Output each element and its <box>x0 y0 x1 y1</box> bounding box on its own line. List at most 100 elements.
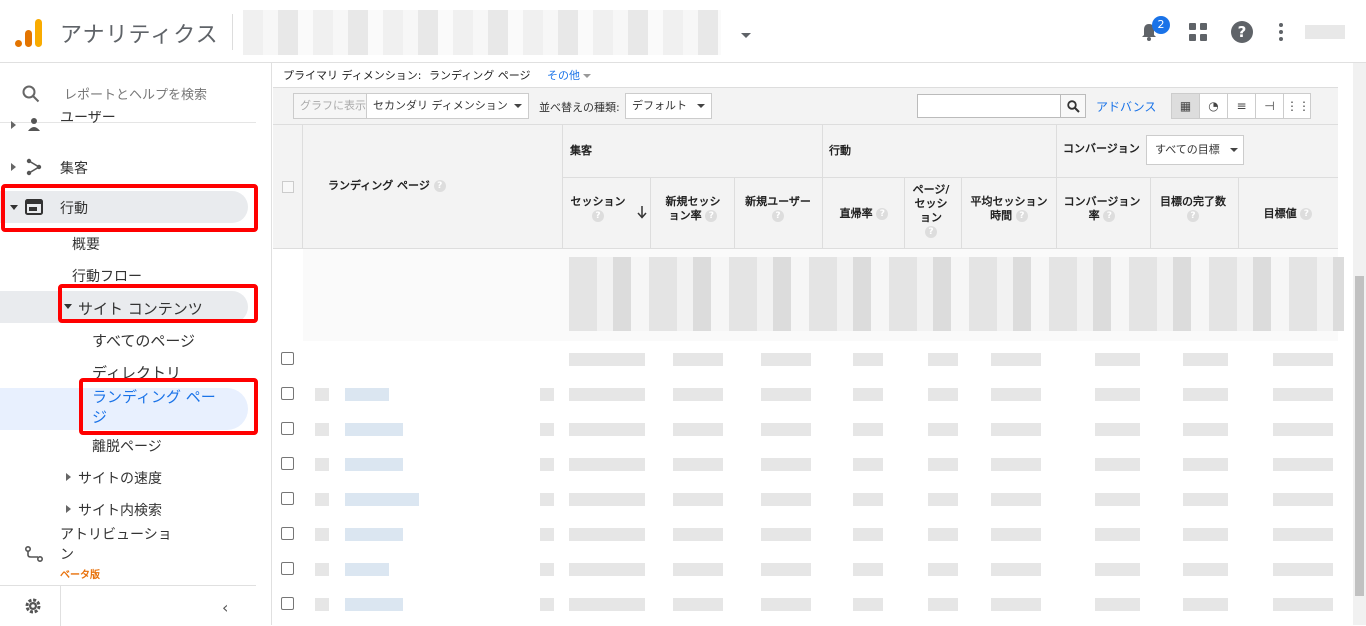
highlight-box-behavior <box>1 184 258 232</box>
pie-view-icon[interactable]: ◔ <box>1200 94 1228 118</box>
account-avatar-redacted[interactable] <box>1305 25 1345 39</box>
chevron-down-icon[interactable] <box>741 33 751 38</box>
page-scrollbar[interactable] <box>1353 63 1366 625</box>
table-filter-input[interactable] <box>917 94 1061 118</box>
landing-page-link-redacted[interactable] <box>345 458 403 471</box>
footer-divider <box>60 586 61 626</box>
sidebar-item-site-search[interactable]: サイト内検索 <box>0 493 256 525</box>
select-all-checkbox[interactable] <box>282 181 294 193</box>
column-header-landing-page[interactable]: ランディング ページ ? <box>328 179 446 193</box>
chevron-right-icon <box>66 473 71 481</box>
sidebar-item-exit-pages[interactable]: 離脱ページ <box>0 429 256 461</box>
table-toolbar: グラフに表示 セカンダリ ディメンション 並べ替えの種類: デフォルト アドバン… <box>273 87 1338 125</box>
table-header: ランディング ページ ? 集客 行動 コンバージョン すべての目標 セッション?… <box>273 125 1338 249</box>
notification-badge: 2 <box>1152 16 1170 34</box>
plot-rows-button[interactable]: グラフに表示 <box>293 93 373 119</box>
column-header-conversion-rate[interactable]: コンバージョン率 ? <box>1060 195 1144 223</box>
column-header-goal-value[interactable]: 目標値 ? <box>1243 207 1333 221</box>
highlight-box-site-content <box>58 284 258 323</box>
search-placeholder: レポートとヘルプを検索 <box>64 88 208 103</box>
primary-dimension-value: ランディング ページ <box>429 69 531 82</box>
sidebar-footer: ‹ <box>0 585 256 626</box>
column-header-avg-session-duration[interactable]: 平均セッション 時間 ? <box>965 195 1053 223</box>
column-header-new-users[interactable]: 新規ユーザー? <box>738 195 818 223</box>
group-header-acquisition: 集客 <box>570 144 592 157</box>
comparison-view-icon[interactable]: ⊣ <box>1256 94 1284 118</box>
table-row <box>273 516 1338 551</box>
row-checkbox[interactable] <box>281 527 294 540</box>
landing-page-link-redacted[interactable] <box>345 598 403 611</box>
group-header-behavior: 行動 <box>829 144 851 157</box>
column-header-goal-completions[interactable]: 目標の完了数? <box>1155 195 1231 223</box>
app-title[interactable]: アナリティクス <box>60 17 219 49</box>
table-row <box>273 551 1338 586</box>
attribution-icon <box>25 546 43 562</box>
scrollbar-thumb[interactable] <box>1355 276 1364 596</box>
performance-view-icon[interactable]: ≡ <box>1228 94 1256 118</box>
goal-selector-dropdown[interactable]: すべての目標 <box>1146 135 1244 165</box>
row-checkbox[interactable] <box>281 492 294 505</box>
report-main: プライマリ ディメンション: ランディング ページ その他 グラフに表示 セカン… <box>273 63 1353 625</box>
sidebar-item-attribution[interactable]: アトリビューショ ン <box>0 523 256 577</box>
sidebar-item-all-pages[interactable]: すべてのページ <box>0 323 256 355</box>
sidebar: レポートとヘルプを検索 ユーザー 集客 行動 概要 行動フロー サイト コンテン… <box>0 63 272 626</box>
acquisition-icon <box>26 158 42 176</box>
primary-dimension-label: プライマリ ディメンション: <box>283 69 422 82</box>
view-switcher: ▦ ◔ ≡ ⊣ ⋮⋮ <box>1171 93 1311 119</box>
highlight-box-landing-pages <box>79 378 258 435</box>
filter-search-button[interactable] <box>1060 94 1086 118</box>
chevron-right-icon <box>11 163 16 171</box>
gear-icon[interactable] <box>24 597 42 615</box>
collapse-sidebar-icon[interactable]: ‹ <box>222 598 228 617</box>
analytics-logo-icon[interactable] <box>15 15 43 47</box>
sidebar-item-overview[interactable]: 概要 <box>0 227 256 259</box>
summary-row-redacted <box>303 249 1344 341</box>
beta-label: ベータ版 <box>60 570 100 581</box>
advanced-filter-link[interactable]: アドバンス <box>1096 98 1156 115</box>
sort-type-dropdown[interactable]: デフォルト <box>625 93 712 119</box>
apps-grid-icon[interactable] <box>1189 23 1207 41</box>
chevron-right-icon <box>11 121 16 129</box>
more-vert-icon[interactable] <box>1279 23 1283 41</box>
row-checkbox[interactable] <box>281 387 294 400</box>
table-row <box>273 586 1338 621</box>
table-row <box>273 341 1338 376</box>
landing-page-link-redacted[interactable] <box>345 563 389 576</box>
row-checkbox[interactable] <box>281 597 294 610</box>
column-header-sessions[interactable]: セッション? <box>566 195 630 223</box>
table-row <box>273 446 1338 481</box>
pivot-view-icon[interactable]: ⋮⋮ <box>1284 94 1312 118</box>
sidebar-item-site-speed[interactable]: サイトの速度 <box>0 461 256 493</box>
sort-descending-icon[interactable] <box>637 205 647 219</box>
row-checkbox[interactable] <box>281 352 294 365</box>
table-view-icon[interactable]: ▦ <box>1172 94 1200 118</box>
sort-type-label: 並べ替えの種類: <box>539 101 620 114</box>
help-icon: ? <box>433 180 446 192</box>
table-row <box>273 411 1338 446</box>
primary-dimension-bar: プライマリ ディメンション: ランディング ページ その他 <box>273 63 1338 87</box>
column-header-pages-per-session[interactable]: ページ/セッシ ョン? <box>907 183 955 239</box>
chevron-right-icon <box>66 505 71 513</box>
other-dimension-link[interactable]: その他 <box>547 67 591 83</box>
row-checkbox[interactable] <box>281 562 294 575</box>
sidebar-item-acquisition[interactable]: 集客 <box>0 151 256 183</box>
column-header-new-session-rate[interactable]: 新規セッシ ョン率 ? <box>655 195 731 223</box>
top-bar: アナリティクス 2 ? <box>0 0 1366 63</box>
help-icon[interactable]: ? <box>1231 21 1253 43</box>
table-row <box>273 481 1338 516</box>
sidebar-item-users[interactable]: ユーザー <box>0 111 256 131</box>
row-checkbox[interactable] <box>281 422 294 435</box>
search-icon <box>1067 100 1080 113</box>
search-icon <box>22 85 40 103</box>
landing-page-link-redacted[interactable] <box>345 388 389 401</box>
column-header-bounce-rate[interactable]: 直帰率 ? <box>829 207 899 221</box>
landing-page-link-redacted[interactable] <box>345 528 403 541</box>
row-checkbox[interactable] <box>281 457 294 470</box>
landing-page-link-redacted[interactable] <box>345 423 403 436</box>
secondary-dimension-dropdown[interactable]: セカンダリ ディメンション <box>366 93 529 119</box>
account-selector-redacted[interactable] <box>243 10 721 55</box>
landing-page-link-redacted[interactable] <box>345 493 419 506</box>
group-header-conversion: コンバージョン <box>1063 142 1140 155</box>
person-icon <box>28 118 40 131</box>
table-row <box>273 376 1338 411</box>
